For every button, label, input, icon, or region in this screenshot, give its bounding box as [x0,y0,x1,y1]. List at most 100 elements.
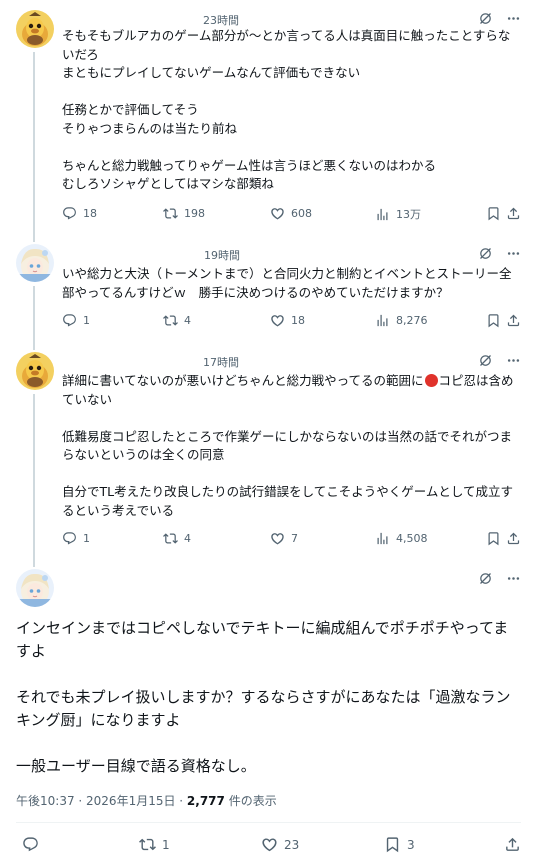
thread-line [33,286,35,347]
repost-button[interactable]: 4 [163,531,191,546]
share-icon [506,531,521,546]
views-button[interactable]: 4,508 [375,531,428,546]
view-count: 2,777 [186,794,225,808]
more-icon[interactable] [505,570,521,586]
view-count: 4,508 [396,532,428,545]
more-icon[interactable] [505,352,521,368]
main-post-text: インセインまではコピペしないでテキトーに編成組んでポチポチやってますよ それでも… [16,619,511,775]
thread-line [33,394,35,560]
views-icon [375,207,390,222]
bookmark-button[interactable] [486,313,501,328]
main-action-bar: 1 23 3 [16,836,521,854]
bookmark-button[interactable]: 3 [384,836,415,853]
share-button[interactable] [506,313,521,328]
reply-icon [62,206,77,221]
tomato-emoji-icon [424,374,438,387]
like-count: 7 [291,532,298,545]
post-text: そもそもブルアカのゲーム部分が～とか言ってる人は真面目に触ったことすらないだろ … [62,28,511,191]
reply-count: 18 [83,207,97,220]
post-timestamp[interactable]: 午後10:37 · 2026年1月15日 · [16,794,187,808]
grok-icon[interactable] [477,570,493,586]
views-button[interactable]: 13万 [375,206,421,222]
reply-button[interactable] [22,836,39,853]
reply-icon [62,531,77,546]
like-button[interactable]: 23 [261,836,299,853]
reply-button[interactable]: 18 [62,206,97,221]
bookmark-icon [486,313,501,328]
reply-count: 1 [83,314,90,327]
share-icon [504,836,521,853]
more-icon[interactable] [505,10,521,26]
bookmark-icon [384,836,401,853]
avatar[interactable] [16,569,54,607]
share-button[interactable] [504,836,521,853]
repost-count: 4 [184,314,191,327]
thread-line [33,347,35,350]
like-button[interactable]: 18 [270,313,305,328]
views-button[interactable]: 8,276 [375,313,428,328]
repost-icon [163,531,178,546]
girl-avatar-image [16,244,54,282]
thread-line [33,52,35,232]
post-text: 詳細に書いてないのが悪いけどちゃんと総力戦やってるの範囲に コピ忍は含めていない … [62,372,521,520]
repost-button[interactable]: 198 [163,206,205,221]
action-bar: 1 4 18 8,276 [62,313,521,331]
views-icon [375,313,390,328]
repost-button[interactable]: 1 [139,836,170,853]
post-time[interactable]: 23時間 [203,12,239,28]
share-icon [506,313,521,328]
view-suffix: 件の表示 [224,794,277,808]
avatar[interactable] [16,352,54,390]
like-count: 23 [284,837,300,852]
thread-line [33,560,35,567]
repost-icon [163,313,178,328]
view-count: 13万 [396,208,421,221]
like-icon [270,206,285,221]
bookmark-icon [486,206,501,221]
bookmark-count: 3 [407,837,415,852]
grok-icon[interactable] [477,245,493,261]
like-icon [261,836,278,853]
share-button[interactable] [506,206,521,221]
post-time[interactable]: 17時間 [203,354,239,370]
grok-icon[interactable] [477,352,493,368]
view-count: 8,276 [396,314,428,327]
like-button[interactable]: 608 [270,206,312,221]
repost-icon [163,206,178,221]
repost-count: 1 [162,837,170,852]
reply-button[interactable]: 1 [62,531,90,546]
repost-count: 198 [184,207,205,220]
repost-icon [139,836,156,853]
avatar[interactable] [16,10,54,48]
like-count: 18 [291,314,305,327]
like-count: 608 [291,207,312,220]
reply-button[interactable]: 1 [62,313,90,328]
repost-button[interactable]: 4 [163,313,191,328]
share-icon [506,206,521,221]
duck-avatar-image [16,10,54,48]
reply-post-2[interactable]: 19時間 いや総力と大決（トーメントまで）と合同火力と制約とイベントとストーリー… [0,232,537,347]
views-icon [375,531,390,546]
bookmark-button[interactable] [486,206,501,221]
more-icon[interactable] [505,245,521,261]
grok-icon[interactable] [477,10,493,26]
action-bar: 1 4 7 4,508 [62,531,521,549]
share-button[interactable] [506,531,521,546]
reply-count: 1 [83,532,90,545]
reply-icon [62,313,77,328]
post-time[interactable]: 19時間 [204,247,240,263]
reply-post-3[interactable]: 17時間 詳細に書いてないのが悪いけどちゃんと総力戦やってるの範囲に コピ忍は含め… [0,347,537,560]
bookmark-button[interactable] [486,531,501,546]
girl-avatar-image [16,569,54,607]
reply-post-1[interactable]: 23時間 そもそもブルアカのゲーム部分が～とか言ってる人は真面目に触ったことすら… [0,0,537,232]
post-text: いや総力と大決（トーメントまで）と合同火力と制約とイベントとストーリー全部やって… [62,266,512,300]
like-icon [270,531,285,546]
like-button[interactable]: 7 [270,531,298,546]
avatar[interactable] [16,244,54,282]
repost-count: 4 [184,532,191,545]
post-text-part-1: 詳細に書いてないのが悪いけどちゃんと総力戦やってるの範囲に [62,373,424,388]
like-icon [270,313,285,328]
post-text-part-2: コピ忍は含めていない 低難易度コピ忍したところで作業ゲーにしかならないのは当然の… [62,373,514,518]
divider [16,822,521,823]
thread-line [33,232,35,242]
